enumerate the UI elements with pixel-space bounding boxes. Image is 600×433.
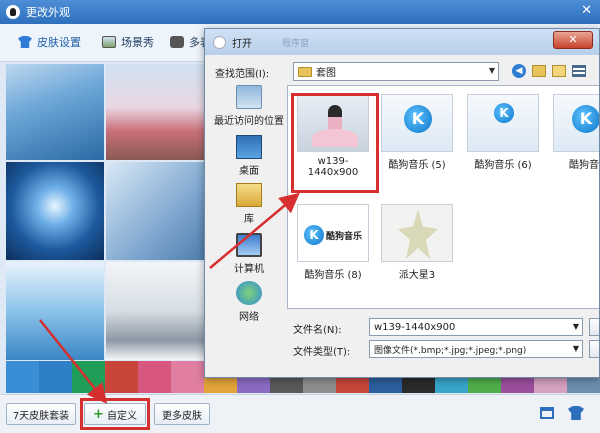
skin-thumbnail-grid bbox=[6, 64, 210, 360]
window-title: 更改外观 bbox=[26, 6, 70, 19]
chevron-down-icon: ▼ bbox=[572, 344, 579, 353]
screen: 更改外观 ✕ 皮肤设置 场景秀 多表 7天皮肤套装 + 自定义 更多皮肤 打开 … bbox=[0, 0, 600, 433]
computer-icon bbox=[236, 233, 262, 257]
custom-button-highlight bbox=[80, 398, 150, 430]
shirt-icon[interactable] bbox=[568, 406, 584, 420]
dialog-title: 打开 bbox=[232, 38, 252, 50]
back-icon[interactable]: ◀ bbox=[511, 63, 527, 79]
chat-bubble-icon bbox=[170, 36, 184, 48]
place-library-label: 库 bbox=[244, 214, 254, 225]
file-thumb-kugou-5: K bbox=[381, 94, 453, 152]
look-in-label: 查找范围(I): bbox=[215, 69, 270, 80]
file-item-kugou-6[interactable]: K 酷狗音乐 (6) bbox=[464, 94, 542, 171]
tab-scene-show-label: 场景秀 bbox=[121, 36, 154, 49]
open-button[interactable] bbox=[589, 318, 599, 336]
file-name: 酷狗音乐 (8) bbox=[304, 270, 362, 281]
file-item-kugou-8[interactable]: K 酷狗音乐 酷狗音乐 (8) bbox=[294, 204, 372, 281]
selected-file-highlight bbox=[291, 93, 379, 193]
network-icon bbox=[236, 281, 262, 305]
dialog-title-ghost: 程序窗 bbox=[282, 38, 310, 49]
file-item-kugou[interactable]: K 酷狗音乐 bbox=[550, 94, 599, 171]
place-desktop[interactable]: 桌面 bbox=[213, 135, 285, 177]
filetype-label: 文件类型(T): bbox=[293, 347, 351, 358]
file-item-kugou-5[interactable]: K 酷狗音乐 (5) bbox=[378, 94, 456, 171]
chevron-down-icon: ▼ bbox=[488, 66, 495, 75]
filename-input[interactable]: w139-1440x900 ▼ bbox=[369, 318, 583, 336]
close-window-button[interactable]: ✕ bbox=[581, 3, 592, 18]
patrick-star-icon bbox=[398, 209, 438, 259]
new-folder-icon[interactable] bbox=[551, 63, 567, 79]
open-file-dialog: 打开 程序窗 ✕ 查找范围(I): 套图 ▼ ◀ 最近访问的位置 桌面 库 计算… bbox=[204, 28, 600, 378]
look-in-combo[interactable]: 套图 ▼ bbox=[293, 62, 499, 81]
skin-thumb-snowflake[interactable] bbox=[6, 162, 104, 260]
dialog-titlebar: 打开 程序窗 ✕ bbox=[205, 29, 599, 55]
filetype-combo[interactable]: 图像文件(*.bmp;*.jpg;*.jpeg;*.png) ▼ bbox=[369, 340, 583, 358]
place-recent[interactable]: 最近访问的位置 bbox=[213, 85, 285, 127]
file-thumb-kugou-8: K 酷狗音乐 bbox=[297, 204, 369, 262]
place-recent-label: 最近访问的位置 bbox=[214, 116, 284, 127]
file-name: 酷狗音乐 (5) bbox=[388, 160, 446, 171]
recent-places-icon bbox=[236, 85, 262, 109]
places-bar: 最近访问的位置 桌面 库 计算机 网络 bbox=[213, 85, 285, 373]
swatch[interactable] bbox=[6, 361, 39, 393]
tab-skin-settings[interactable]: 皮肤设置 bbox=[18, 34, 81, 50]
place-network-label: 网络 bbox=[239, 312, 259, 323]
skin-thumb-winter-field[interactable] bbox=[106, 262, 210, 360]
tab-scene-show[interactable]: 场景秀 bbox=[102, 34, 154, 50]
kugou-logo-icon: K bbox=[572, 105, 599, 133]
view-menu-icon[interactable] bbox=[571, 63, 587, 79]
qq-icon bbox=[213, 35, 226, 49]
cancel-button[interactable] bbox=[589, 340, 599, 358]
kugou-logo-icon: K bbox=[404, 105, 432, 133]
file-thumb-kugou-6: K bbox=[467, 94, 539, 152]
window-layout-icon[interactable] bbox=[540, 407, 554, 419]
skin-thumb-sky[interactable] bbox=[6, 64, 104, 160]
place-desktop-label: 桌面 bbox=[239, 166, 259, 177]
dialog-close-button[interactable]: ✕ bbox=[553, 31, 593, 49]
place-library[interactable]: 库 bbox=[213, 183, 285, 225]
seven-day-skin-button[interactable]: 7天皮肤套装 bbox=[6, 403, 76, 425]
swatch[interactable] bbox=[72, 361, 105, 393]
desktop-icon bbox=[236, 135, 262, 159]
place-computer[interactable]: 计算机 bbox=[213, 233, 285, 275]
more-skins-button[interactable]: 更多皮肤 bbox=[154, 403, 210, 425]
more-skins-label: 更多皮肤 bbox=[162, 410, 202, 422]
look-in-value: 套图 bbox=[316, 68, 336, 79]
file-name: 派大星3 bbox=[398, 270, 436, 281]
file-thumb-kugou: K bbox=[553, 94, 599, 152]
kugou-logo-icon: K bbox=[494, 103, 514, 123]
chevron-down-icon: ▼ bbox=[572, 322, 579, 331]
file-name: 酷狗音乐 (6) bbox=[474, 160, 532, 171]
filename-value: w139-1440x900 bbox=[374, 321, 456, 333]
file-name: 酷狗音乐 bbox=[569, 160, 599, 171]
file-thumb-patrick bbox=[381, 204, 453, 262]
kugou-logo-icon: K bbox=[304, 225, 324, 245]
up-folder-icon[interactable] bbox=[531, 63, 547, 79]
swatch[interactable] bbox=[105, 361, 138, 393]
filename-label: 文件名(N): bbox=[293, 325, 342, 336]
swatch[interactable] bbox=[39, 361, 72, 393]
seven-day-skin-label: 7天皮肤套装 bbox=[12, 410, 70, 422]
folder-icon bbox=[298, 66, 312, 77]
appearance-window-titlebar: 更改外观 ✕ bbox=[0, 0, 600, 24]
library-icon bbox=[236, 183, 262, 207]
filetype-value: 图像文件(*.bmp;*.jpg;*.jpeg;*.png) bbox=[374, 345, 527, 356]
swatch[interactable] bbox=[171, 361, 204, 393]
shirt-icon bbox=[18, 36, 32, 48]
kugou-logo-text: 酷狗音乐 bbox=[326, 232, 363, 242]
place-network[interactable]: 网络 bbox=[213, 281, 285, 323]
file-item-patrick[interactable]: 派大星3 bbox=[378, 204, 456, 281]
swatch[interactable] bbox=[138, 361, 171, 393]
skin-thumb-street[interactable] bbox=[106, 64, 210, 160]
skin-thumb-ice-tree[interactable] bbox=[6, 262, 104, 360]
qq-logo-icon bbox=[6, 5, 20, 19]
tab-skin-settings-label: 皮肤设置 bbox=[37, 36, 81, 49]
place-computer-label: 计算机 bbox=[234, 264, 264, 275]
skin-thumb-christmas[interactable] bbox=[106, 162, 210, 260]
picture-icon bbox=[102, 36, 116, 48]
